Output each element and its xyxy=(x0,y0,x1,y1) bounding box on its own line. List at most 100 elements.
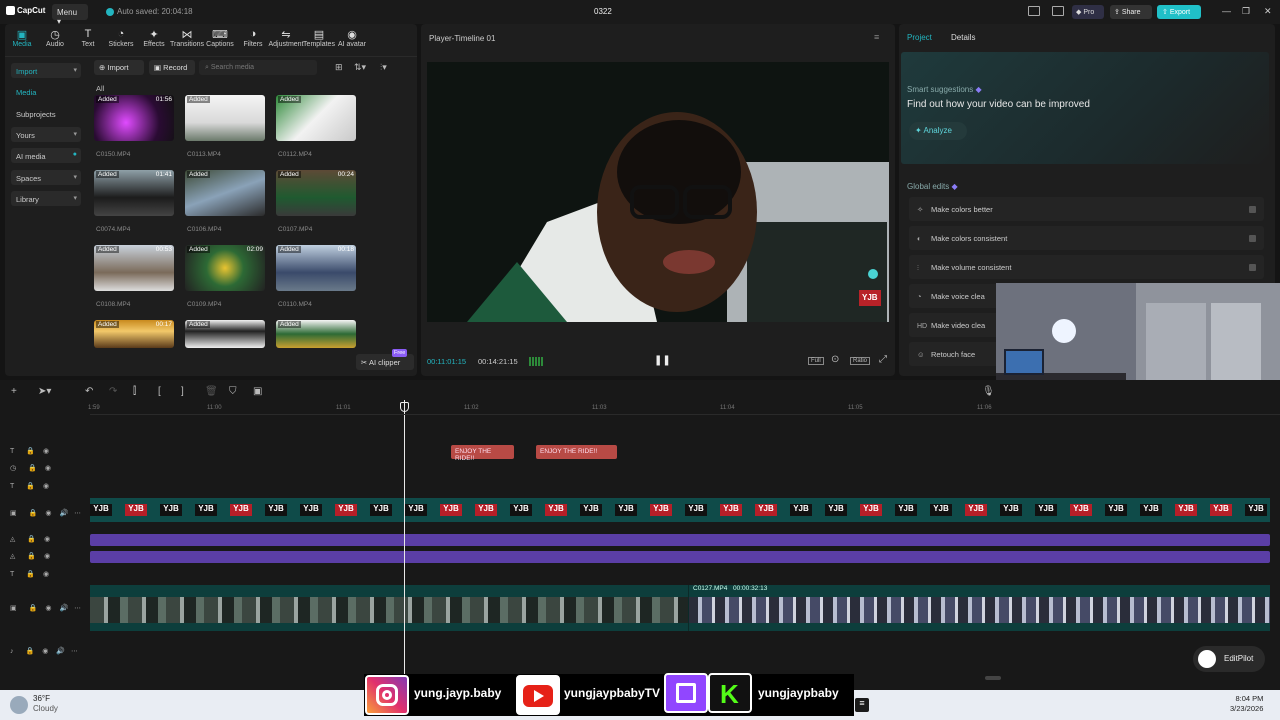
sort-icon[interactable]: ⇅▾ xyxy=(354,62,366,73)
split-icon[interactable]: ⫿ xyxy=(133,386,136,397)
zoom-slider[interactable] xyxy=(985,676,1001,680)
eye-icon[interactable]: ◉ xyxy=(45,510,51,517)
global-edit-make-volume-consistent[interactable]: ⫶ Make volume consistent xyxy=(909,255,1264,279)
shield-icon[interactable]: ⛉ xyxy=(229,386,237,397)
global-edit-make-colors-consistent[interactable]: ◐ Make colors consistent xyxy=(909,226,1264,250)
maximize-icon[interactable]: ❐ xyxy=(1242,6,1250,17)
eye-icon[interactable]: ◉ xyxy=(43,448,49,455)
logo-overlay-track[interactable]: YJB YJB YJB YJB YJB YJB YJB YJB YJB YJB YJB YJB YJB Y… xyxy=(90,498,1270,522)
volume-icon[interactable]: 🔊 xyxy=(59,605,68,612)
redo-icon[interactable]: ↷ xyxy=(109,386,117,397)
menu-button[interactable]: Menu ▾ xyxy=(52,4,88,26)
eye-icon[interactable]: ◉ xyxy=(45,605,51,612)
tab-ai-avatar[interactable]: ◉ AI avatar xyxy=(332,28,372,48)
select-tool-icon[interactable]: ➤▾ xyxy=(38,386,51,397)
share-button[interactable]: ⇪ Share xyxy=(1110,5,1152,19)
search-input[interactable]: ⌕ Search media xyxy=(199,60,317,75)
record-button[interactable]: ▣ Record xyxy=(149,60,195,75)
media-thumbnail[interactable]: Added xyxy=(185,170,265,216)
lock-icon[interactable]: 🔒 xyxy=(26,648,35,655)
media-thumbnail[interactable]: Added 00:17 xyxy=(94,320,174,348)
frame-icon[interactable]: ▣ xyxy=(253,386,262,397)
full-quality-button[interactable]: Full xyxy=(808,357,824,365)
toggle-checkbox[interactable] xyxy=(1249,235,1256,242)
playhead-handle[interactable] xyxy=(400,402,409,412)
caption-clip[interactable]: ENJOY THE RIDE!! xyxy=(536,445,617,459)
editpilot-button[interactable]: EditPilot xyxy=(1193,646,1265,672)
add-track-icon[interactable]: + xyxy=(11,386,17,397)
more-icon[interactable]: ⋯ xyxy=(74,605,81,612)
lock-icon[interactable]: 🔒 xyxy=(26,448,35,455)
sidebar-item-ai-media[interactable]: AI media ● xyxy=(11,148,81,163)
sidebar-item-spaces[interactable]: Spaces ▾ xyxy=(11,170,81,185)
keyboard-icon[interactable] xyxy=(1052,6,1064,16)
eye-icon[interactable]: ◉ xyxy=(43,483,49,490)
sidebar-item-subprojects[interactable]: Subprojects xyxy=(11,106,81,121)
lock-icon[interactable]: 🔒 xyxy=(27,553,36,560)
media-thumbnail[interactable]: Added xyxy=(185,95,265,141)
analyze-button[interactable]: ✦ Analyze xyxy=(909,122,967,140)
import-button[interactable]: ⊕ Import xyxy=(94,60,144,75)
playhead[interactable] xyxy=(404,400,405,690)
video-preview[interactable]: YJB xyxy=(427,62,889,322)
media-thumbnail[interactable]: Added 00:53 xyxy=(94,245,174,291)
media-thumbnail[interactable]: Added xyxy=(185,320,265,348)
sidebar-item-yours[interactable]: Yours ▾ xyxy=(11,127,81,142)
split-right-icon[interactable]: ] xyxy=(181,386,184,397)
export-button[interactable]: ⇧ Export xyxy=(1157,5,1201,19)
undo-icon[interactable]: ↶ xyxy=(85,386,93,397)
player-menu-icon[interactable]: ≡ xyxy=(874,32,879,42)
grid-view-icon[interactable]: ⊞ xyxy=(335,62,343,73)
weather-widget[interactable]: 36°F Cloudy xyxy=(33,694,58,714)
lock-icon[interactable]: 🔒 xyxy=(27,536,36,543)
lock-icon[interactable]: 🔒 xyxy=(26,483,35,490)
ratio-button[interactable]: Ratio xyxy=(850,357,871,365)
eye-icon[interactable]: ◉ xyxy=(43,571,49,578)
logo-tile: YJB xyxy=(1140,504,1162,516)
caption-clip[interactable]: ENJOY THE RIDE!! xyxy=(451,445,514,462)
fullscreen-icon[interactable]: ⤢ xyxy=(879,354,887,365)
main-video-track[interactable] xyxy=(90,585,1270,631)
tab-project[interactable]: Project xyxy=(907,33,932,42)
eye-icon[interactable]: ◉ xyxy=(42,648,48,655)
lock-icon[interactable]: 🔒 xyxy=(29,605,38,612)
media-thumbnail[interactable]: Added 01:56 xyxy=(94,95,174,141)
delete-icon[interactable]: 🗑 xyxy=(205,386,218,397)
lock-icon[interactable]: 🔒 xyxy=(26,571,35,578)
eye-icon[interactable]: ◉ xyxy=(44,553,50,560)
sidebar-item-import[interactable]: Import ▾ xyxy=(11,63,81,78)
effect-track-clip[interactable] xyxy=(90,534,1270,546)
volume-icon[interactable]: 🔊 xyxy=(59,510,68,517)
sidebar-item-library[interactable]: Library ▾ xyxy=(11,191,81,206)
capcut-taskbar-icon[interactable]: ≡ xyxy=(855,698,869,712)
lock-icon[interactable]: 🔒 xyxy=(29,510,38,517)
media-thumbnail[interactable]: Added xyxy=(276,320,356,348)
toggle-checkbox[interactable] xyxy=(1249,264,1256,271)
screenshot-icon[interactable]: ⊙ xyxy=(831,354,839,365)
filter-icon[interactable]: ⫶▾ xyxy=(380,62,387,73)
logo-tile: YJB xyxy=(1245,504,1267,516)
tab-details[interactable]: Details xyxy=(951,33,975,42)
eye-icon[interactable]: ◉ xyxy=(44,536,50,543)
minimize-icon[interactable]: — xyxy=(1222,6,1231,16)
more-icon[interactable]: ⋯ xyxy=(71,648,78,655)
toggle-checkbox[interactable] xyxy=(1249,206,1256,213)
media-thumbnail[interactable]: Added 01:41 xyxy=(94,170,174,216)
layout-icon[interactable] xyxy=(1028,6,1040,16)
media-thumbnail[interactable]: Added 00:24 xyxy=(276,170,356,216)
microphone-icon[interactable]: 🎙 xyxy=(982,386,995,397)
volume-icon[interactable]: 🔊 xyxy=(56,648,65,655)
split-left-icon[interactable]: [ xyxy=(158,386,161,397)
media-thumbnail[interactable]: Added xyxy=(276,95,356,141)
sidebar-item-media[interactable]: Media xyxy=(11,84,81,99)
eye-icon[interactable]: ◉ xyxy=(45,465,51,472)
pro-button[interactable]: ◆ Pro xyxy=(1072,5,1104,19)
lock-icon[interactable]: 🔒 xyxy=(28,465,37,472)
pause-icon[interactable]: ❚❚ xyxy=(654,355,671,366)
more-icon[interactable]: ⋯ xyxy=(74,510,81,517)
media-thumbnail[interactable]: Added 00:18 xyxy=(276,245,356,291)
media-thumbnail[interactable]: Added 02:09 xyxy=(185,245,265,291)
global-edit-make-colors-better[interactable]: ✧ Make colors better xyxy=(909,197,1264,221)
close-icon[interactable]: ✕ xyxy=(1264,6,1272,17)
effect-track-clip[interactable] xyxy=(90,551,1270,563)
